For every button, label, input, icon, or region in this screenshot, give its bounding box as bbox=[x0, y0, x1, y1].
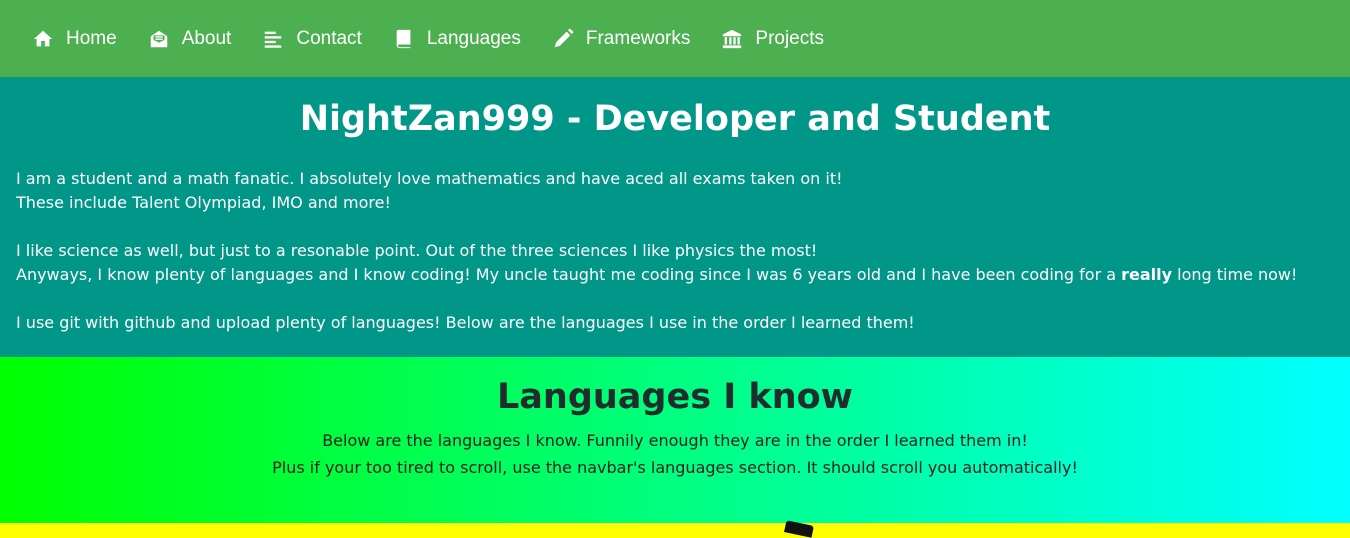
about-paragraph-2: I like science as well, but just to a re… bbox=[16, 239, 1334, 287]
about-text: I am a student and a math fanatic. I abs… bbox=[16, 169, 843, 188]
nav-item-frameworks[interactable]: Frameworks bbox=[552, 27, 691, 50]
nav-item-languages[interactable]: Languages bbox=[393, 28, 521, 50]
university-icon bbox=[723, 29, 742, 48]
home-icon bbox=[33, 30, 53, 46]
languages-title: Languages I know bbox=[496, 377, 853, 417]
about-emphasis: really bbox=[1121, 265, 1173, 284]
about-text: I use git with github and upload plenty … bbox=[16, 313, 915, 332]
about-text: I like science as well, but just to a re… bbox=[16, 241, 818, 260]
about-paragraph-3: I use git with github and upload plenty … bbox=[16, 311, 1334, 335]
page-title: NightZan999 - Developer and Student bbox=[299, 99, 1051, 139]
nav-item-contact[interactable]: Contact bbox=[262, 27, 362, 50]
navbar: Home About Contact Languages Frameworks … bbox=[0, 0, 1350, 77]
align-left-icon bbox=[265, 31, 282, 48]
languages-text: Plus if your too tired to scroll, use th… bbox=[272, 458, 1078, 477]
nav-item-label: Projects bbox=[755, 27, 825, 49]
about-text: long time now! bbox=[1172, 265, 1298, 284]
languages-description: Below are the languages I know. Funnily … bbox=[0, 427, 1350, 481]
languages-text: Below are the languages I know. Funnily … bbox=[322, 431, 1028, 450]
partial-image bbox=[784, 520, 814, 538]
nav-item-home[interactable]: Home bbox=[32, 28, 117, 50]
about-paragraph-1: I am a student and a math fanatic. I abs… bbox=[16, 167, 1334, 215]
nav-item-label: Frameworks bbox=[585, 27, 691, 49]
envelope-open-icon bbox=[150, 30, 167, 47]
nav-item-label: About bbox=[181, 27, 232, 49]
nav-item-about[interactable]: About bbox=[148, 27, 232, 50]
nav-item-label: Languages bbox=[426, 27, 521, 49]
about-text: Anyways, I know plenty of languages and … bbox=[16, 265, 1122, 284]
nav-item-label: Contact bbox=[296, 27, 362, 49]
about-section: NightZan999 - Developer and Student I am… bbox=[0, 77, 1350, 357]
book-icon bbox=[396, 29, 411, 48]
next-section-edge bbox=[0, 520, 1350, 538]
nav-item-label: Home bbox=[66, 27, 117, 49]
nav-item-projects[interactable]: Projects bbox=[721, 28, 824, 50]
about-text: These include Talent Olympiad, IMO and m… bbox=[16, 193, 391, 212]
pencil-icon bbox=[554, 27, 574, 47]
languages-section: Languages I know Below are the languages… bbox=[0, 357, 1350, 523]
